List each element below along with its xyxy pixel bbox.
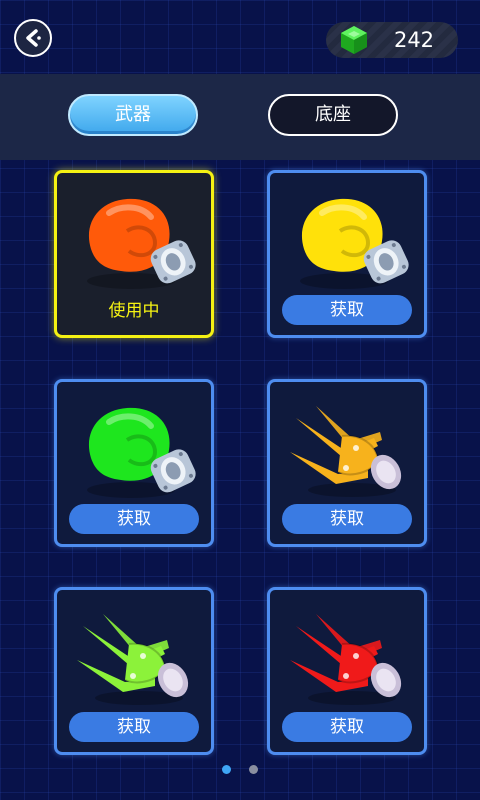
boxing-glove-icon <box>300 198 409 289</box>
back-button[interactable] <box>14 19 52 57</box>
item-card[interactable]: 获取 <box>54 587 214 755</box>
green-gem-icon <box>341 26 367 54</box>
get-button[interactable]: 获取 <box>282 295 412 325</box>
tab-bases[interactable]: 底座 <box>268 94 398 136</box>
page-indicator-active[interactable] <box>222 765 231 774</box>
boxing-glove-icon <box>87 407 196 498</box>
gem-counter: 242 <box>326 22 458 58</box>
back-arrow-icon <box>26 29 41 47</box>
gem-count: 242 <box>393 28 435 52</box>
top-bar: 242 <box>0 0 480 74</box>
boxing-glove-icon <box>87 198 196 289</box>
get-button[interactable]: 获取 <box>69 712 199 742</box>
tab-weapons[interactable]: 武器 <box>68 94 198 136</box>
item-card[interactable]: 获取 <box>267 379 427 547</box>
category-tabs: 武器 底座 <box>0 74 480 160</box>
claw-weapon-icon <box>290 614 402 705</box>
get-button[interactable]: 获取 <box>282 712 412 742</box>
claw-weapon-icon <box>290 406 402 497</box>
get-button[interactable]: 获取 <box>69 504 199 534</box>
page-indicator-inactive[interactable] <box>249 765 258 774</box>
item-card[interactable]: 获取 <box>54 379 214 547</box>
item-card[interactable]: 获取 <box>267 587 427 755</box>
claw-weapon-icon <box>77 614 189 705</box>
item-card[interactable]: 获取 <box>267 170 427 338</box>
item-card[interactable]: 使用中 <box>54 170 214 338</box>
in-use-label: 使用中 <box>108 301 160 321</box>
get-button[interactable]: 获取 <box>282 504 412 534</box>
